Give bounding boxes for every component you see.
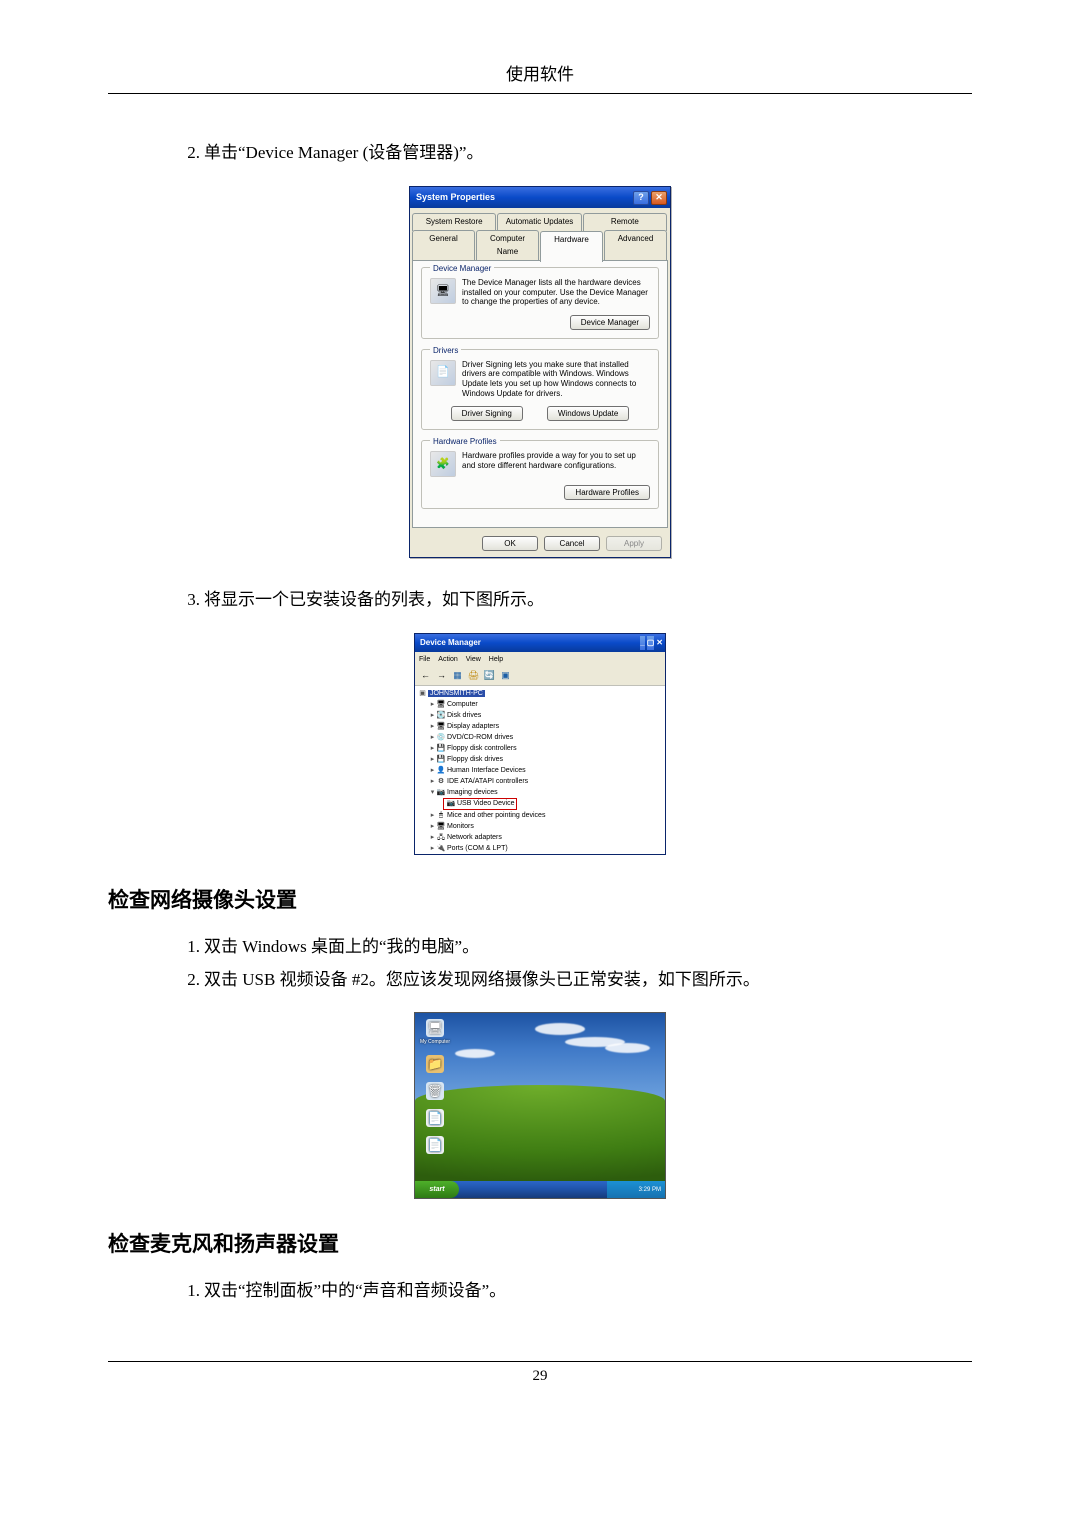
ok-button[interactable]: OK (482, 536, 538, 551)
step-text: 将显示一个已安装设备的列表，如下图所示。 (204, 590, 544, 609)
tree-node[interactable]: ▸💾Floppy disk drives (429, 754, 661, 765)
device-manager-icon: 🖥 (430, 278, 456, 304)
page-number: 29 (108, 1368, 972, 1385)
group-legend: Device Manager (430, 262, 494, 276)
list-item: 1.双击 Windows 桌面上的“我的电脑”。 (204, 933, 972, 962)
tree-node[interactable]: ▸👤Human Interface Devices (429, 765, 661, 776)
xp-desktop: 🖥My Computer 📁 🗑 📄 📄 start 3:29 PM (414, 1012, 666, 1199)
tree-node[interactable]: ▸🖧Network adapters (429, 832, 661, 843)
taskbar[interactable]: start 3:29 PM (415, 1181, 665, 1198)
tab-system-restore[interactable]: System Restore (412, 213, 496, 231)
clock: 3:29 PM (639, 1185, 661, 1195)
close-icon[interactable]: ✕ (656, 636, 663, 650)
drivers-icon: 📄 (430, 360, 456, 386)
windows-update-button[interactable]: Windows Update (547, 406, 629, 421)
group-text: The Device Manager lists all the hardwar… (462, 278, 650, 307)
tree-node[interactable]: ▸💾Floppy disk controllers (429, 743, 661, 754)
window-title: Device Manager (420, 636, 481, 650)
start-button[interactable]: start (415, 1181, 459, 1198)
list-item: 2.双击 USB 视频设备 #2。您应该发现网络摄像头已正常安装，如下图所示。 (204, 966, 972, 995)
desktop-icon[interactable]: 🗑 (420, 1082, 450, 1101)
cancel-button[interactable]: Cancel (544, 536, 600, 551)
driver-signing-button[interactable]: Driver Signing (451, 406, 523, 421)
toolbar: ← → ▦ 🖨 🔄 ▣ (415, 668, 665, 686)
dialog-buttons: OK Cancel Apply (410, 530, 670, 557)
menu-view[interactable]: View (466, 654, 481, 666)
menu-file[interactable]: File (419, 654, 430, 666)
tab-general[interactable]: General (412, 230, 475, 261)
list-item: 1.双击“控制面板”中的“声音和音频设备”。 (204, 1277, 972, 1306)
apply-button[interactable]: Apply (606, 536, 662, 551)
minimize-icon[interactable]: _ (640, 636, 644, 650)
tree-child[interactable]: 📷USB Video Device (443, 798, 661, 810)
tree-node[interactable]: ▸💿DVD/CD-ROM drives (429, 732, 661, 743)
footer-rule (108, 1361, 972, 1362)
step-text: 双击“控制面板”中的“声音和音频设备”。 (204, 1281, 506, 1300)
tree-node[interactable]: ▸▣Processors (429, 854, 661, 855)
group-text: Hardware profiles provide a way for you … (462, 451, 650, 477)
group-legend: Hardware Profiles (430, 435, 500, 449)
header-rule (108, 93, 972, 94)
window-titlebar: Device Manager _ ▢ ✕ (415, 634, 665, 652)
menu-action[interactable]: Action (438, 654, 457, 666)
device-tree[interactable]: ▣ JOHNSMITH-PC▸🖥Computer▸💽Disk drives▸🖥D… (415, 686, 665, 855)
hardware-profiles-button[interactable]: Hardware Profiles (564, 485, 650, 500)
group-drivers: Drivers 📄 Driver Signing lets you make s… (421, 349, 659, 430)
step-text: 单击“Device Manager (设备管理器)”。 (204, 143, 483, 162)
hardware-profiles-icon: 🧩 (430, 451, 456, 477)
help-icon[interactable]: ? (633, 191, 649, 205)
section-heading-webcam: 检查网络摄像头设置 (108, 883, 972, 919)
tree-node[interactable]: ▸🖥Computer (429, 699, 661, 710)
device-manager-button[interactable]: Device Manager (570, 315, 650, 330)
back-icon[interactable]: ← (419, 670, 432, 683)
dialog-title: System Properties (416, 190, 495, 205)
tree-node[interactable]: ▸🖥Display adapters (429, 721, 661, 732)
tab-computer-name[interactable]: Computer Name (476, 230, 539, 261)
print-icon[interactable]: 🖨 (467, 670, 480, 683)
system-tray[interactable]: 3:29 PM (607, 1181, 665, 1198)
tab-auto-updates[interactable]: Automatic Updates (497, 213, 581, 231)
tab-hardware[interactable]: Hardware (540, 231, 603, 262)
device-manager-window: Device Manager _ ▢ ✕ File Action View He… (414, 633, 666, 855)
desktop-icon[interactable]: 📁 (420, 1055, 450, 1074)
dialog-titlebar: System Properties ? ✕ (410, 187, 670, 208)
desktop-icon[interactable]: 📄 (420, 1109, 450, 1128)
tree-root[interactable]: JOHNSMITH-PC (428, 690, 485, 697)
scan-icon[interactable]: 🔄 (483, 670, 496, 683)
desktop-icon[interactable]: 🖥My Computer (420, 1019, 450, 1047)
tree-node[interactable]: ▸💽Disk drives (429, 710, 661, 721)
system-properties-dialog: System Properties ? ✕ System Restore Aut… (409, 186, 671, 558)
group-device-manager: Device Manager 🖥 The Device Manager list… (421, 267, 659, 339)
section-heading-mic: 检查麦克风和扬声器设置 (108, 1227, 972, 1263)
page-header: 使用软件 (108, 60, 972, 93)
desktop-icons: 🖥My Computer 📁 🗑 📄 📄 (420, 1019, 450, 1155)
show-icon[interactable]: ▣ (499, 670, 512, 683)
desktop-hill (415, 1085, 665, 1181)
tab-strip: System Restore Automatic Updates Remote … (410, 208, 670, 260)
close-icon[interactable]: ✕ (651, 191, 667, 205)
tree-node[interactable]: ▸🖱Mice and other pointing devices (429, 810, 661, 821)
maximize-icon[interactable]: ▢ (647, 636, 655, 650)
group-hardware-profiles: Hardware Profiles 🧩 Hardware profiles pr… (421, 440, 659, 509)
step-text: 双击 Windows 桌面上的“我的电脑”。 (204, 937, 479, 956)
list-item: 2.单击“Device Manager (设备管理器)”。 (204, 139, 972, 168)
tab-remote[interactable]: Remote (583, 213, 667, 231)
desktop-icon[interactable]: 📄 (420, 1136, 450, 1155)
tree-node[interactable]: ▸🖥Monitors (429, 821, 661, 832)
tab-advanced[interactable]: Advanced (604, 230, 667, 261)
group-legend: Drivers (430, 344, 461, 358)
tab-panel-hardware: Device Manager 🖥 The Device Manager list… (412, 260, 668, 528)
forward-icon[interactable]: → (435, 670, 448, 683)
group-text: Driver Signing lets you make sure that i… (462, 360, 650, 398)
tree-node[interactable]: ▸⚙IDE ATA/ATAPI controllers (429, 776, 661, 787)
tree-node[interactable]: ▾📷Imaging devices (429, 787, 661, 798)
tree-node[interactable]: ▸🔌Ports (COM & LPT) (429, 843, 661, 854)
list-item: 3.将显示一个已安装设备的列表，如下图所示。 (204, 586, 972, 615)
step-text: 双击 USB 视频设备 #2。您应该发现网络摄像头已正常安装，如下图所示。 (204, 970, 760, 989)
menu-help[interactable]: Help (489, 654, 503, 666)
properties-icon[interactable]: ▦ (451, 670, 464, 683)
menubar: File Action View Help (415, 652, 665, 668)
